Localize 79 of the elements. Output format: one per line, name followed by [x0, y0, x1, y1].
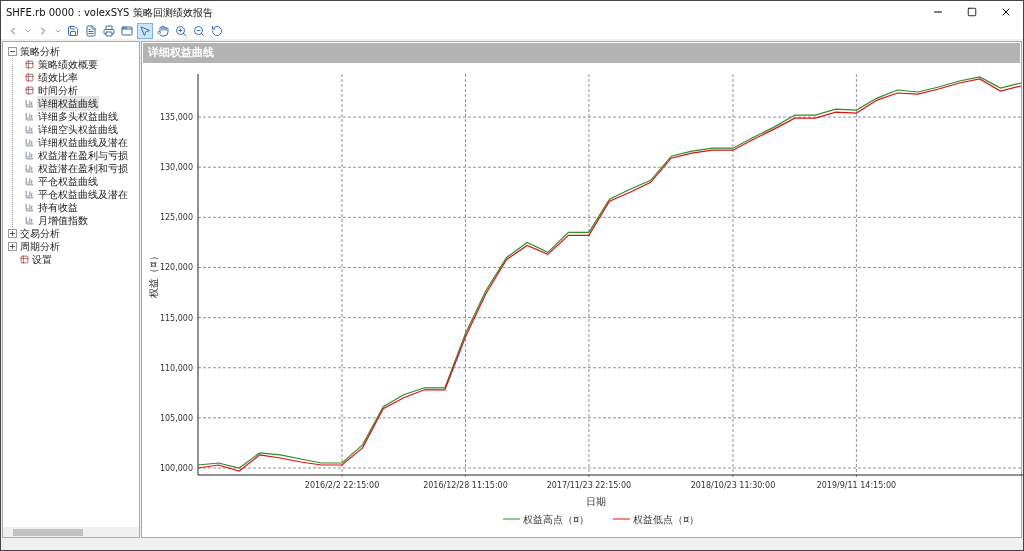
chart-icon	[25, 99, 34, 108]
chart-icon	[25, 203, 34, 212]
tree-item[interactable]: 月增值指数	[37, 213, 89, 228]
table-icon	[25, 86, 34, 95]
legend-label: 权益低点（¤）	[633, 513, 700, 525]
table-icon	[20, 255, 29, 264]
tree-item[interactable]: 绩效比率	[37, 70, 79, 85]
tree-item[interactable]: 详细权益曲线及潜在	[37, 135, 129, 150]
chart-icon	[25, 164, 34, 173]
x-tick-label: 2018/10/23 11:30:00	[690, 480, 776, 490]
tree-item[interactable]: 周期分析	[20, 239, 60, 254]
x-tick-label: 2016/2/2 22:15:00	[304, 480, 380, 490]
reset-icon	[211, 25, 223, 37]
print-icon	[103, 25, 115, 37]
tree-item[interactable]: 详细空头权益曲线	[37, 122, 119, 137]
document-icon	[85, 25, 97, 37]
horizontal-scrollbar[interactable]	[3, 527, 139, 537]
toolbar-button[interactable]	[83, 23, 99, 39]
hand-icon	[157, 25, 169, 37]
chart-icon	[25, 138, 34, 147]
x-tick-label: 2017/11/23 22:15:00	[546, 480, 632, 490]
tree-item[interactable]: 交易分析	[20, 226, 60, 241]
tree-item[interactable]: 详细多头权益曲线	[37, 109, 119, 124]
tree-item[interactable]: 权益潜在盈利和亏损	[37, 161, 129, 176]
y-tick-label: 115,000	[159, 313, 193, 323]
toolbar-button[interactable]	[191, 23, 207, 39]
y-tick-label: 125,000	[159, 213, 193, 223]
zoom-in-icon	[175, 25, 187, 37]
x-tick-label: 2019/9/11 14:15:00	[816, 480, 897, 490]
y-tick-label: 130,000	[159, 163, 193, 173]
expander-button[interactable]	[8, 229, 17, 238]
zoom-out-icon	[193, 25, 205, 37]
y-tick-label: 120,000	[159, 263, 193, 273]
window-title: SHFE.rb 0000 : volexSYS 策略回测绩效报告	[6, 5, 214, 20]
toolbar-button[interactable]	[119, 23, 135, 39]
y-tick-label: 110,000	[159, 363, 193, 373]
window-icon	[121, 25, 133, 37]
legend-label: 权益高点（¤）	[523, 513, 590, 525]
tree-item[interactable]: 平仓权益曲线及潜在	[37, 187, 129, 202]
plus-icon	[10, 244, 15, 249]
tree-item[interactable]: 持有收益	[37, 200, 79, 215]
tree-item[interactable]: 时间分析	[37, 83, 79, 98]
toolbar-button[interactable]	[101, 23, 117, 39]
x-axis-title: 日期	[586, 495, 606, 507]
toolbar-button[interactable]	[209, 23, 225, 39]
toolbar-button[interactable]	[155, 23, 171, 39]
tree-item[interactable]: 设置	[32, 252, 52, 267]
tree-item[interactable]: 权益潜在盈利与亏损	[37, 148, 129, 163]
tree-item[interactable]: 策略分析	[20, 44, 60, 59]
plus-icon	[10, 231, 15, 236]
chart-icon	[25, 190, 34, 199]
tree-item[interactable]: 详细权益曲线	[37, 96, 99, 111]
y-tick-label: 105,000	[159, 413, 193, 423]
chart-icon	[25, 125, 34, 134]
table-icon	[25, 60, 34, 69]
toolbar-button[interactable]	[65, 23, 81, 39]
caret-icon	[24, 27, 32, 35]
expander-button[interactable]	[8, 242, 17, 251]
chart-icon	[25, 177, 34, 186]
y-tick-label: 100,000	[159, 463, 193, 473]
y-tick-label: 135,000	[159, 113, 193, 123]
caret-icon	[54, 27, 62, 35]
panel-header: 详细权益曲线	[143, 43, 1020, 63]
save-icon	[67, 25, 79, 37]
tree-item[interactable]: 平仓权益曲线	[37, 174, 99, 189]
expander-button[interactable]	[8, 47, 17, 56]
maximize-icon	[967, 7, 977, 17]
close-icon	[1000, 6, 1012, 18]
toolbar-button[interactable]	[173, 23, 189, 39]
chart-icon	[25, 112, 34, 121]
toolbar-button[interactable]	[137, 23, 153, 39]
chart-icon	[25, 151, 34, 160]
y-axis-title: 权益（¤）	[148, 251, 159, 298]
x-tick-label: 2016/12/28 11:15:00	[423, 480, 508, 490]
pointer-icon	[139, 25, 151, 37]
tree-item[interactable]: 策略绩效概要	[37, 57, 99, 72]
table-icon	[25, 73, 34, 82]
minus-icon	[10, 49, 15, 54]
chart-icon	[25, 216, 34, 225]
